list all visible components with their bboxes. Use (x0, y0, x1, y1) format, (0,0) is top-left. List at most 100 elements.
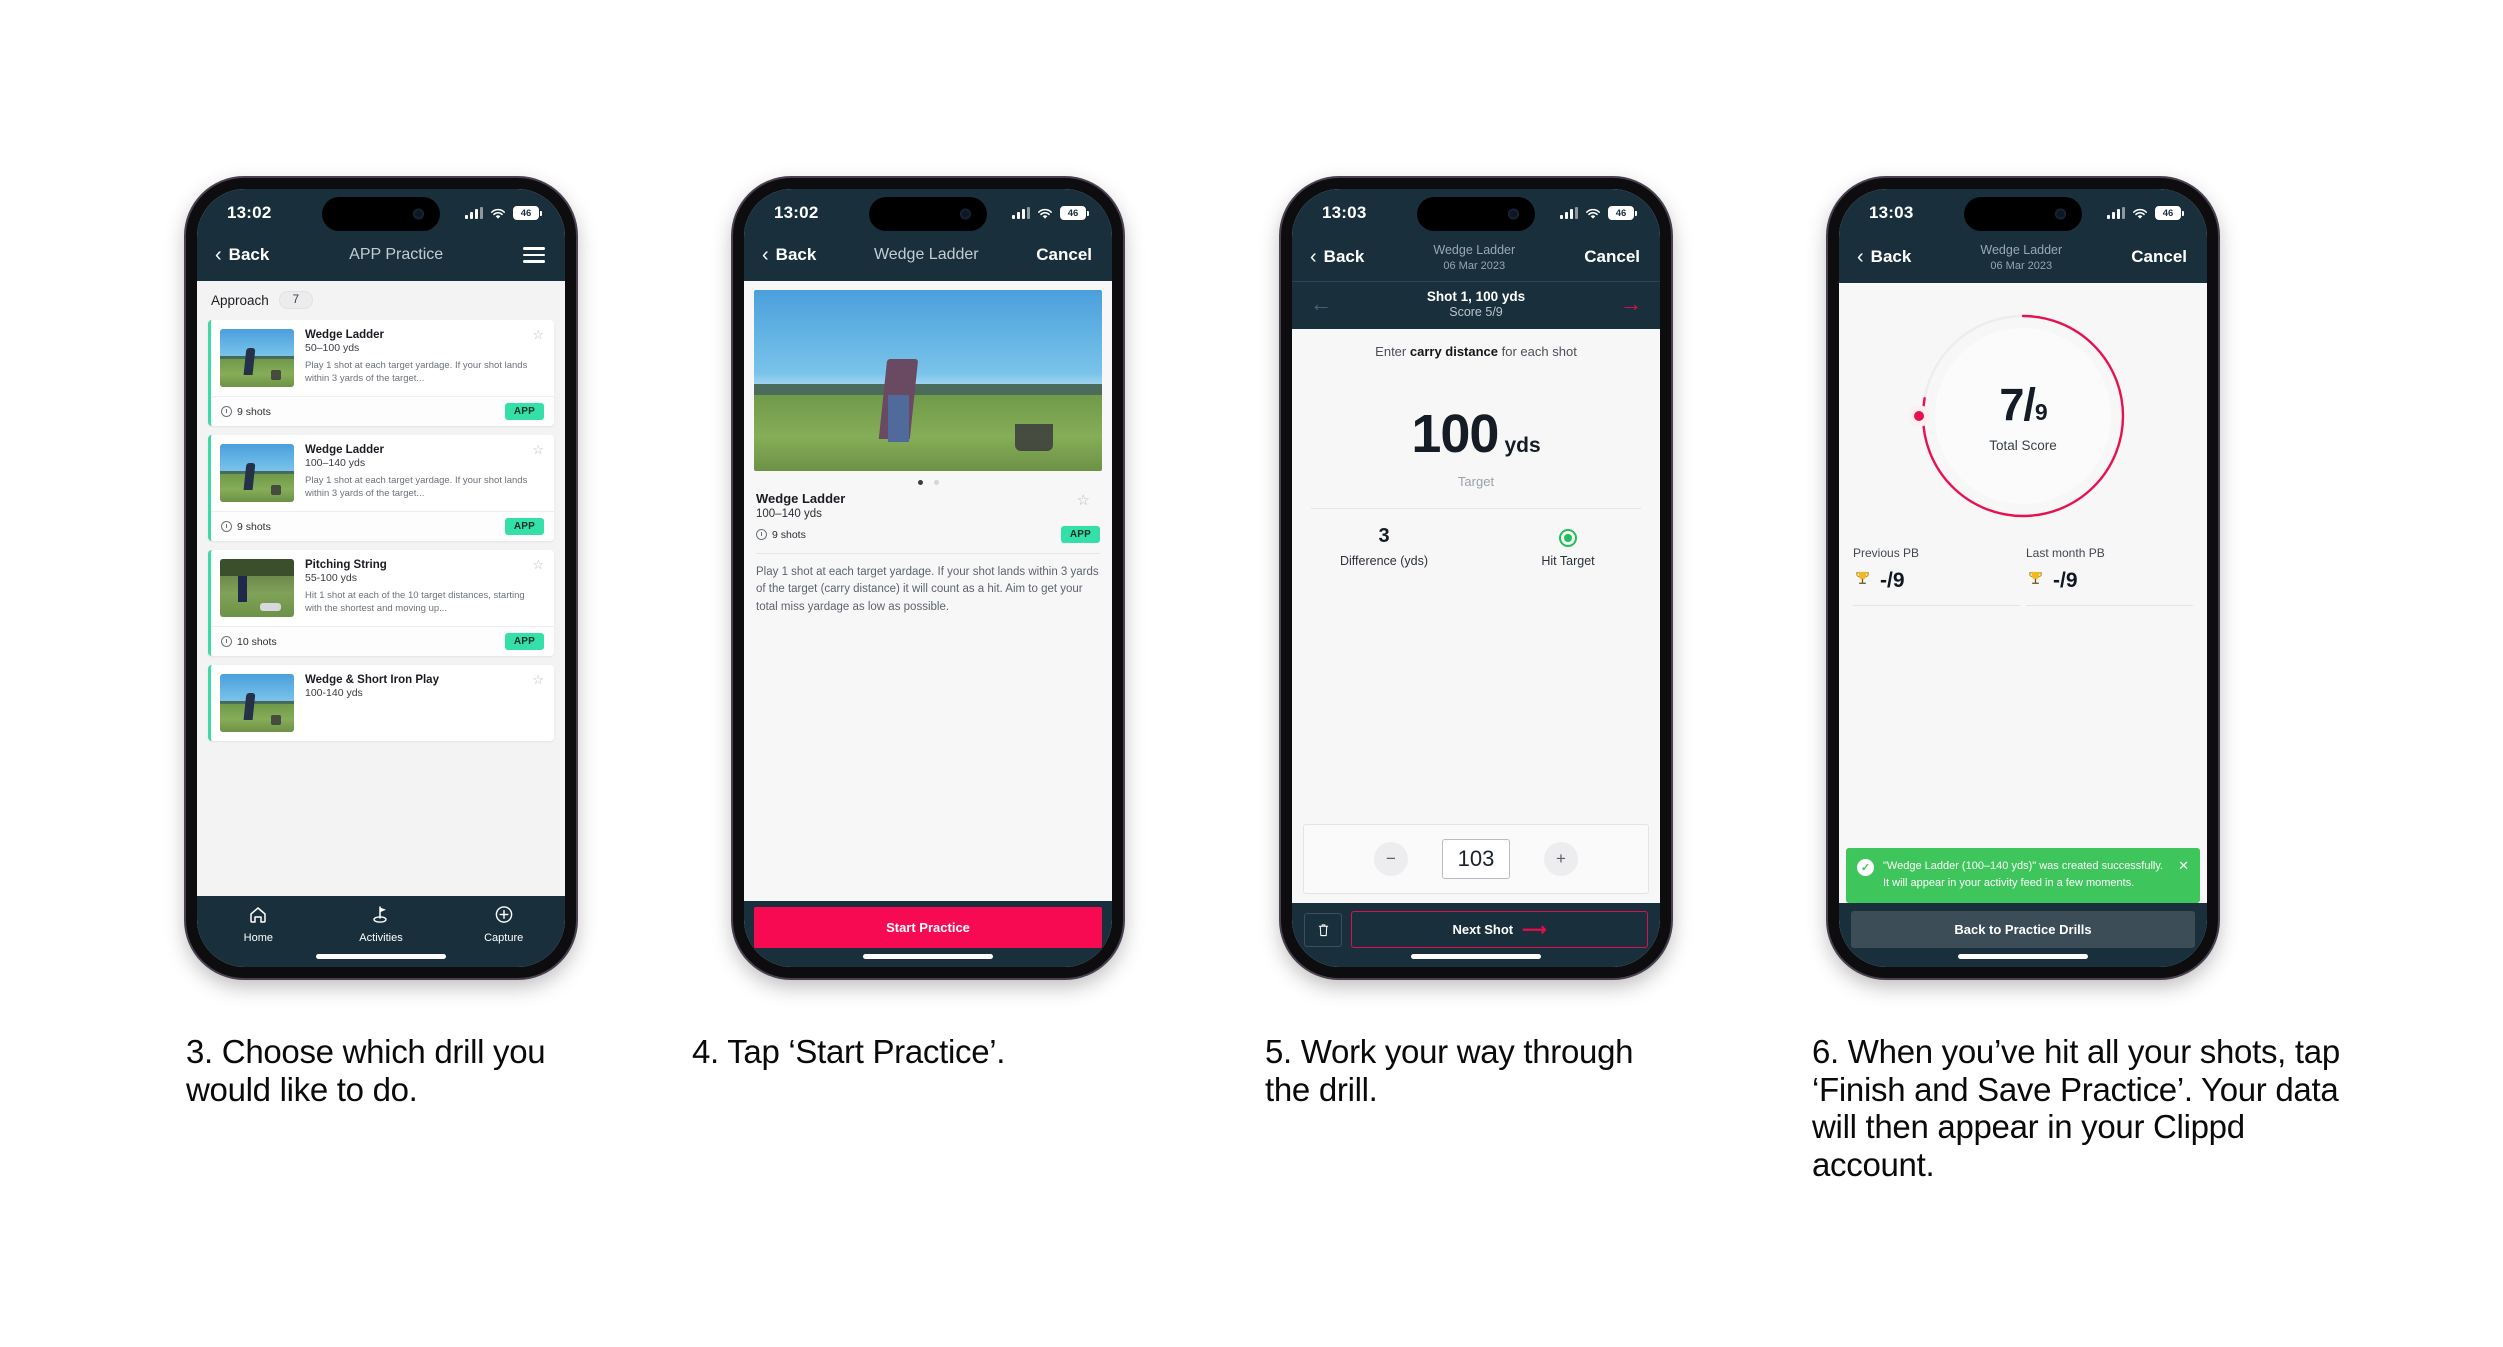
drill-list[interactable]: Approach 7 ☆ Wedge Ladder 50–100 yds Pla… (197, 281, 565, 896)
personal-bests: Previous PB -/9 Last month PB -/9 (1839, 522, 2207, 606)
cancel-button[interactable]: Cancel (2131, 247, 2187, 267)
drill-detail-content: ☆ Wedge Ladder 100–140 yds 9 shots APP P… (744, 281, 1112, 901)
drill-card[interactable]: ☆ Pitching String 55-100 yds Hit 1 shot … (208, 550, 554, 656)
home-indicator-area (1292, 948, 1660, 967)
back-to-practice-drills-button[interactable]: Back to Practice Drills (1851, 911, 2195, 948)
last-month-pb: Last month PB -/9 (2026, 546, 2193, 606)
wifi-icon (1585, 207, 1601, 219)
tab-capture[interactable]: Capture (442, 905, 565, 944)
trash-icon[interactable] (1304, 912, 1342, 947)
home-indicator[interactable] (316, 954, 446, 959)
close-icon[interactable]: ✕ (2178, 859, 2189, 891)
previous-pb: Previous PB -/9 (1853, 546, 2020, 606)
bottom-tab-bar[interactable]: Home Activities Capture (197, 896, 565, 948)
page-title: APP Practice (349, 246, 444, 263)
category-badge: APP (504, 633, 544, 650)
front-camera-icon (960, 208, 971, 220)
shot-navigator: ← Shot 1, 100 yds Score 5/9 → (1292, 281, 1660, 329)
home-indicator[interactable] (1411, 954, 1541, 959)
previous-pb-value: -/9 (1880, 569, 1905, 592)
drill-card[interactable]: ☆ Wedge Ladder 100–140 yds Play 1 shot a… (208, 435, 554, 541)
drill-card[interactable]: ☆ Wedge Ladder 50–100 yds Play 1 shot at… (208, 320, 554, 426)
status-bar: 13:02 46 (744, 189, 1112, 237)
chevron-left-icon: ‹ (762, 244, 769, 266)
check-circle-icon: ✓ (1857, 859, 1874, 877)
tutorial-sheet: 13:02 46 ‹ Back APP Practice Approach 7 … (0, 0, 2503, 1347)
target-value: 100 (1411, 404, 1499, 464)
status-bar: 13:03 46 (1839, 189, 2207, 237)
target-unit: yds (1504, 434, 1541, 457)
stat-hit-target: Hit Target (1476, 525, 1660, 568)
home-indicator-area (1839, 948, 2207, 967)
favourite-star-icon[interactable]: ☆ (532, 558, 544, 571)
target-distance: 100 yds (1292, 359, 1660, 465)
drill-thumbnail (220, 559, 294, 617)
home-indicator[interactable] (863, 954, 993, 959)
category-badge: APP (1060, 526, 1100, 543)
home-indicator[interactable] (1958, 954, 2088, 959)
drill-hero-image[interactable] (754, 290, 1102, 471)
cta-area: Start Practice (744, 901, 1112, 948)
caption-step-6: 6. When you’ve hit all your shots, tap ‘… (1812, 1033, 2340, 1183)
cancel-button[interactable]: Cancel (1036, 245, 1092, 265)
cancel-button[interactable]: Cancel (1584, 247, 1640, 267)
favourite-star-icon[interactable]: ☆ (532, 673, 544, 686)
page-subtitle: 06 Mar 2023 (1443, 260, 1506, 272)
carry-distance-input[interactable]: 103 (1442, 839, 1510, 879)
shot-title: Shot 1, 100 yds (1426, 289, 1526, 304)
start-practice-button[interactable]: Start Practice (754, 907, 1102, 948)
clock-icon (221, 406, 232, 417)
divider (756, 553, 1100, 554)
back-label: Back (228, 245, 270, 264)
status-time: 13:02 (227, 203, 272, 222)
back-label: Back (1323, 246, 1365, 266)
drill-card[interactable]: ☆ Wedge & Short Iron Play 100-140 yds (208, 665, 554, 741)
wifi-icon (2132, 207, 2148, 219)
favourite-star-icon[interactable]: ☆ (1077, 491, 1090, 509)
caption-step-5: 5. Work your way through the drill. (1265, 1033, 1634, 1108)
page-title: Wedge Ladder (1980, 243, 2063, 257)
back-button[interactable]: ‹ Back (215, 245, 269, 265)
page-title: Wedge Ladder (873, 246, 979, 263)
trophy-icon (2026, 569, 2045, 593)
home-indicator-area (744, 948, 1112, 967)
chevron-left-icon: ‹ (215, 244, 222, 266)
tab-home-label: Home (243, 932, 273, 944)
front-camera-icon (2055, 208, 2066, 220)
section-count-badge: 7 (278, 291, 313, 309)
back-button[interactable]: ‹ Back (1857, 247, 1911, 267)
arrow-right-icon[interactable]: → (1620, 293, 1642, 315)
front-camera-icon (1508, 208, 1519, 220)
shot-count: 9 shots (237, 405, 271, 418)
caption-step-3: 3. Choose which drill you would like to … (186, 1033, 546, 1108)
last-month-pb-value: -/9 (2053, 569, 2078, 592)
plus-circle-icon (494, 905, 514, 929)
back-button[interactable]: ‹ Back (762, 245, 816, 265)
category-badge: APP (504, 403, 544, 420)
arrow-left-icon[interactable]: ← (1310, 293, 1332, 315)
shot-footer: Next Shot ⟶ (1292, 903, 1660, 948)
favourite-star-icon[interactable]: ☆ (532, 443, 544, 456)
carry-distance-stepper[interactable]: − 103 + (1303, 824, 1649, 894)
battery-indicator: 46 (1060, 206, 1086, 220)
drill-title: Wedge & Short Iron Play (305, 674, 439, 686)
tab-activities[interactable]: Activities (320, 905, 443, 944)
back-button[interactable]: ‹ Back (1310, 247, 1364, 267)
shot-entry-content: Enter carry distance for each shot 100 yd… (1292, 329, 1660, 903)
drill-description: Play 1 shot at each target yardage. If y… (305, 360, 528, 385)
drill-description: Play 1 shot at each target yardage. If y… (756, 566, 1099, 613)
next-shot-button[interactable]: Next Shot ⟶ (1351, 911, 1648, 948)
drill-title: Wedge Ladder (305, 444, 385, 456)
carousel-dots[interactable] (754, 471, 1102, 491)
wifi-icon (490, 207, 506, 219)
hamburger-icon[interactable] (523, 247, 545, 263)
caption-step-4: 4. Tap ‘Start Practice’. (692, 1033, 1006, 1070)
front-camera-icon (413, 208, 424, 220)
nav-bar: ‹ Back Wedge Ladder 06 Mar 2023 Cancel (1292, 237, 1660, 281)
increment-button[interactable]: + (1544, 842, 1578, 876)
dynamic-island (322, 197, 440, 231)
tab-home[interactable]: Home (197, 905, 320, 944)
drill-description: Hit 1 shot at each of the 10 target dist… (305, 590, 525, 615)
favourite-star-icon[interactable]: ☆ (532, 328, 544, 341)
decrement-button[interactable]: − (1374, 842, 1408, 876)
